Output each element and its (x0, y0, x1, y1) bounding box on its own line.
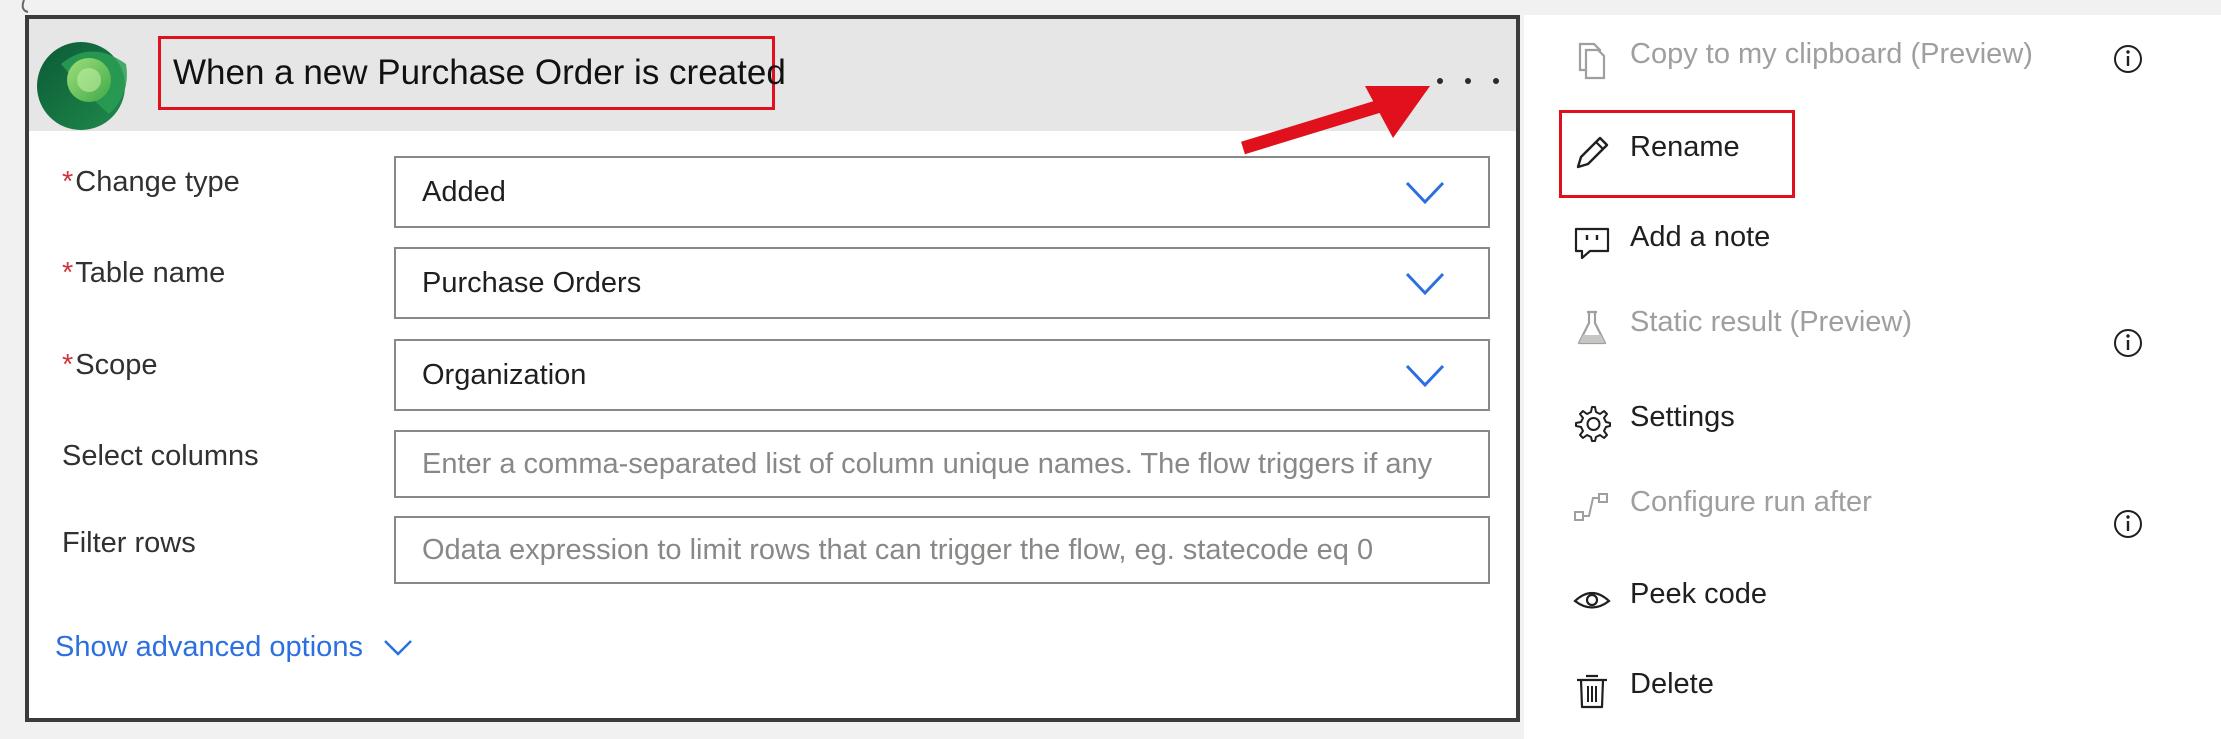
info-icon[interactable] (2111, 326, 2145, 360)
info-icon[interactable] (2111, 507, 2145, 541)
menu-item-settings[interactable]: Settings (1524, 383, 2221, 463)
trigger-title-text: When a new Purchase Order is created (173, 53, 786, 92)
chevron-down-icon (1405, 364, 1445, 388)
menu-item-label: Static result (Preview) (1630, 306, 1913, 338)
menu-item-configure-run-after[interactable]: Configure run after (1524, 468, 2221, 548)
table-name-dropdown[interactable]: Purchase Orders (394, 247, 1490, 319)
scope-label: *Scope (62, 349, 158, 382)
change-type-label: *Change type (62, 166, 240, 199)
chevron-down-icon (1405, 181, 1445, 205)
menu-item-peek-code[interactable]: Peek code (1524, 560, 2221, 640)
menu-item-rename[interactable]: Rename (1524, 113, 2221, 193)
required-marker: * (62, 257, 74, 289)
dataverse-logo-icon (37, 42, 127, 130)
more-options-button[interactable] (1437, 71, 1499, 91)
more-horizontal-icon (1437, 78, 1443, 84)
menu-item-copy-to-clipboard[interactable]: Copy to my clipboard (Preview) (1524, 20, 2221, 100)
pencil-icon (1576, 136, 1609, 169)
chevron-down-icon (1405, 272, 1445, 296)
filter-rows-input[interactable]: Odata expression to limit rows that can … (394, 516, 1490, 584)
copy-icon (1578, 42, 1606, 80)
table-name-value: Purchase Orders (422, 266, 642, 299)
chevron-down-icon (384, 639, 412, 656)
more-dot (1493, 78, 1499, 84)
menu-item-label: Settings (1630, 401, 1735, 433)
show-advanced-options-link[interactable]: Show advanced options (55, 631, 413, 664)
flask-icon (1577, 310, 1607, 345)
more-dot (1465, 78, 1471, 84)
change-type-value: Added (422, 175, 506, 208)
change-type-dropdown[interactable]: Added (394, 156, 1490, 228)
scope-label-text: Scope (75, 349, 158, 381)
required-marker: * (62, 166, 74, 198)
run-after-icon (1574, 493, 1608, 521)
eye-icon (1573, 591, 1611, 609)
menu-item-label: Configure run after (1630, 486, 1872, 518)
gear-icon (1575, 406, 1611, 442)
info-icon[interactable] (2111, 42, 2145, 76)
menu-item-label: Delete (1630, 668, 1714, 700)
scope-value: Organization (422, 358, 587, 391)
show-advanced-options-text: Show advanced options (55, 631, 363, 663)
menu-item-delete[interactable]: Delete (1524, 650, 2221, 730)
table-name-label: *Table name (62, 257, 225, 290)
menu-item-static-result[interactable]: Static result (Preview) (1524, 288, 2221, 368)
change-type-label-text: Change type (75, 166, 240, 198)
menu-item-label: Rename (1630, 131, 1740, 163)
select-columns-label: Select columns (62, 440, 259, 472)
corner-mark (21, 0, 29, 13)
annotation-arrow (1241, 86, 1430, 155)
filter-rows-placeholder: Odata expression to limit rows that can … (422, 533, 1374, 566)
comment-icon (1574, 227, 1610, 260)
menu-item-label: Add a note (1630, 221, 1771, 253)
action-context-menu: Copy to my clipboard (Preview) Rename Ad… (1524, 15, 2221, 739)
trash-icon (1577, 674, 1607, 709)
trigger-title[interactable]: When a new Purchase Order is created (158, 36, 786, 110)
filter-rows-label: Filter rows (62, 527, 196, 559)
menu-item-label: Peek code (1630, 578, 1768, 610)
scope-dropdown[interactable]: Organization (394, 339, 1490, 411)
select-columns-placeholder: Enter a comma-separated list of column u… (422, 447, 1433, 480)
table-name-label-text: Table name (75, 257, 226, 289)
menu-item-label: Copy to my clipboard (Preview) (1630, 38, 2033, 70)
menu-item-add-a-note[interactable]: Add a note (1524, 203, 2221, 283)
select-columns-input[interactable]: Enter a comma-separated list of column u… (394, 430, 1490, 498)
required-marker: * (62, 349, 74, 381)
